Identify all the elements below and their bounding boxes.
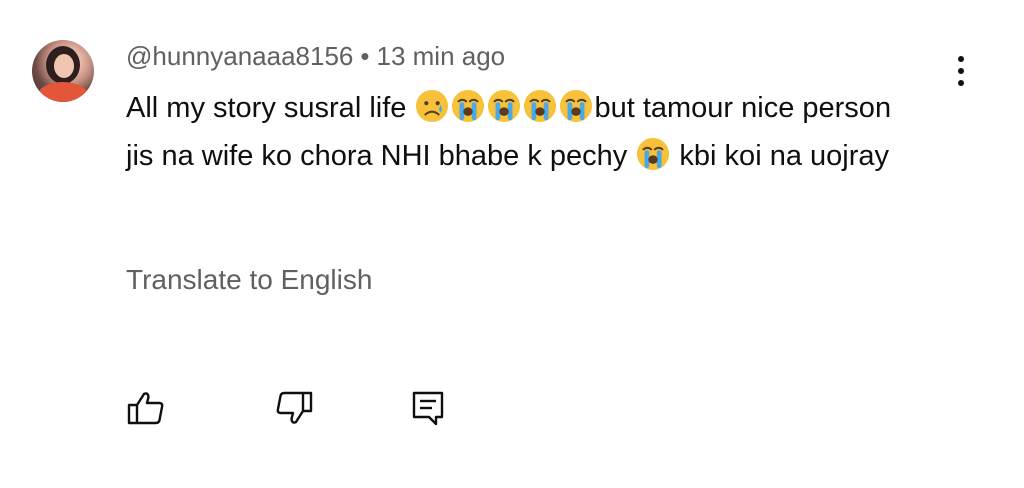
loudly-crying-face-icon — [637, 137, 670, 171]
comment-item: @hunnyanaaa8156 • 13 min ago All my story … — [0, 0, 1024, 488]
menu-dot — [958, 80, 964, 86]
avatar[interactable] — [32, 40, 94, 102]
loudly-crying-face-icon — [560, 89, 593, 123]
thumbs-down-icon[interactable] — [274, 388, 314, 428]
translate-button[interactable]: Translate to English — [126, 262, 372, 298]
avatar-shirt — [38, 82, 88, 102]
meta-separator: • — [360, 41, 370, 71]
menu-dot — [958, 56, 964, 62]
comment-timestamp[interactable]: 13 min ago — [376, 41, 505, 71]
avatar-face — [54, 54, 74, 78]
loudly-crying-face-icon — [524, 89, 557, 123]
loudly-crying-face-icon — [452, 89, 485, 123]
menu-dot — [958, 68, 964, 74]
loudly-crying-face-icon — [488, 89, 521, 123]
sad-tear-face-icon — [416, 89, 449, 123]
more-vertical-icon[interactable] — [950, 52, 972, 90]
reply-icon[interactable] — [408, 388, 448, 428]
comment-text-part1: All my story susral life — [126, 92, 415, 124]
comment-meta: @hunnyanaaa8156 • 13 min ago — [126, 40, 505, 72]
author-handle[interactable]: @hunnyanaaa8156 — [126, 41, 353, 71]
thumbs-up-icon[interactable] — [126, 388, 166, 428]
comment-text: All my story susral life but tamour nice… — [126, 84, 916, 180]
comment-text-part3: kbi koi na uojray — [671, 140, 889, 172]
